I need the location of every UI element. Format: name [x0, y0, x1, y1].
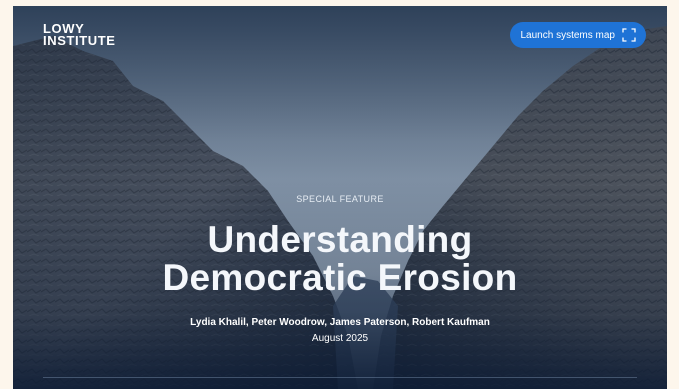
launch-systems-map-button[interactable]: Launch systems map — [509, 22, 646, 48]
launch-button-label: Launch systems map — [520, 29, 616, 41]
hero-section: LOWY INSTITUTE Launch systems map SPECIA… — [13, 6, 667, 389]
hero-content: SPECIAL FEATURE Understanding Democratic… — [13, 194, 667, 344]
title-line-1: Understanding — [207, 219, 473, 260]
expand-icon — [622, 28, 636, 42]
publication-date: August 2025 — [311, 333, 369, 344]
lowy-institute-logo[interactable]: LOWY INSTITUTE — [43, 22, 116, 48]
authors-byline: Lydia Khalil, Peter Woodrow, James Pater… — [190, 317, 490, 328]
divider — [43, 377, 637, 378]
title-line-2: Democratic Erosion — [162, 257, 518, 298]
logo-line-2: INSTITUTE — [43, 33, 116, 48]
eyebrow-label: SPECIAL FEATURE — [296, 194, 384, 204]
page-title: Understanding Democratic Erosion — [13, 221, 667, 297]
